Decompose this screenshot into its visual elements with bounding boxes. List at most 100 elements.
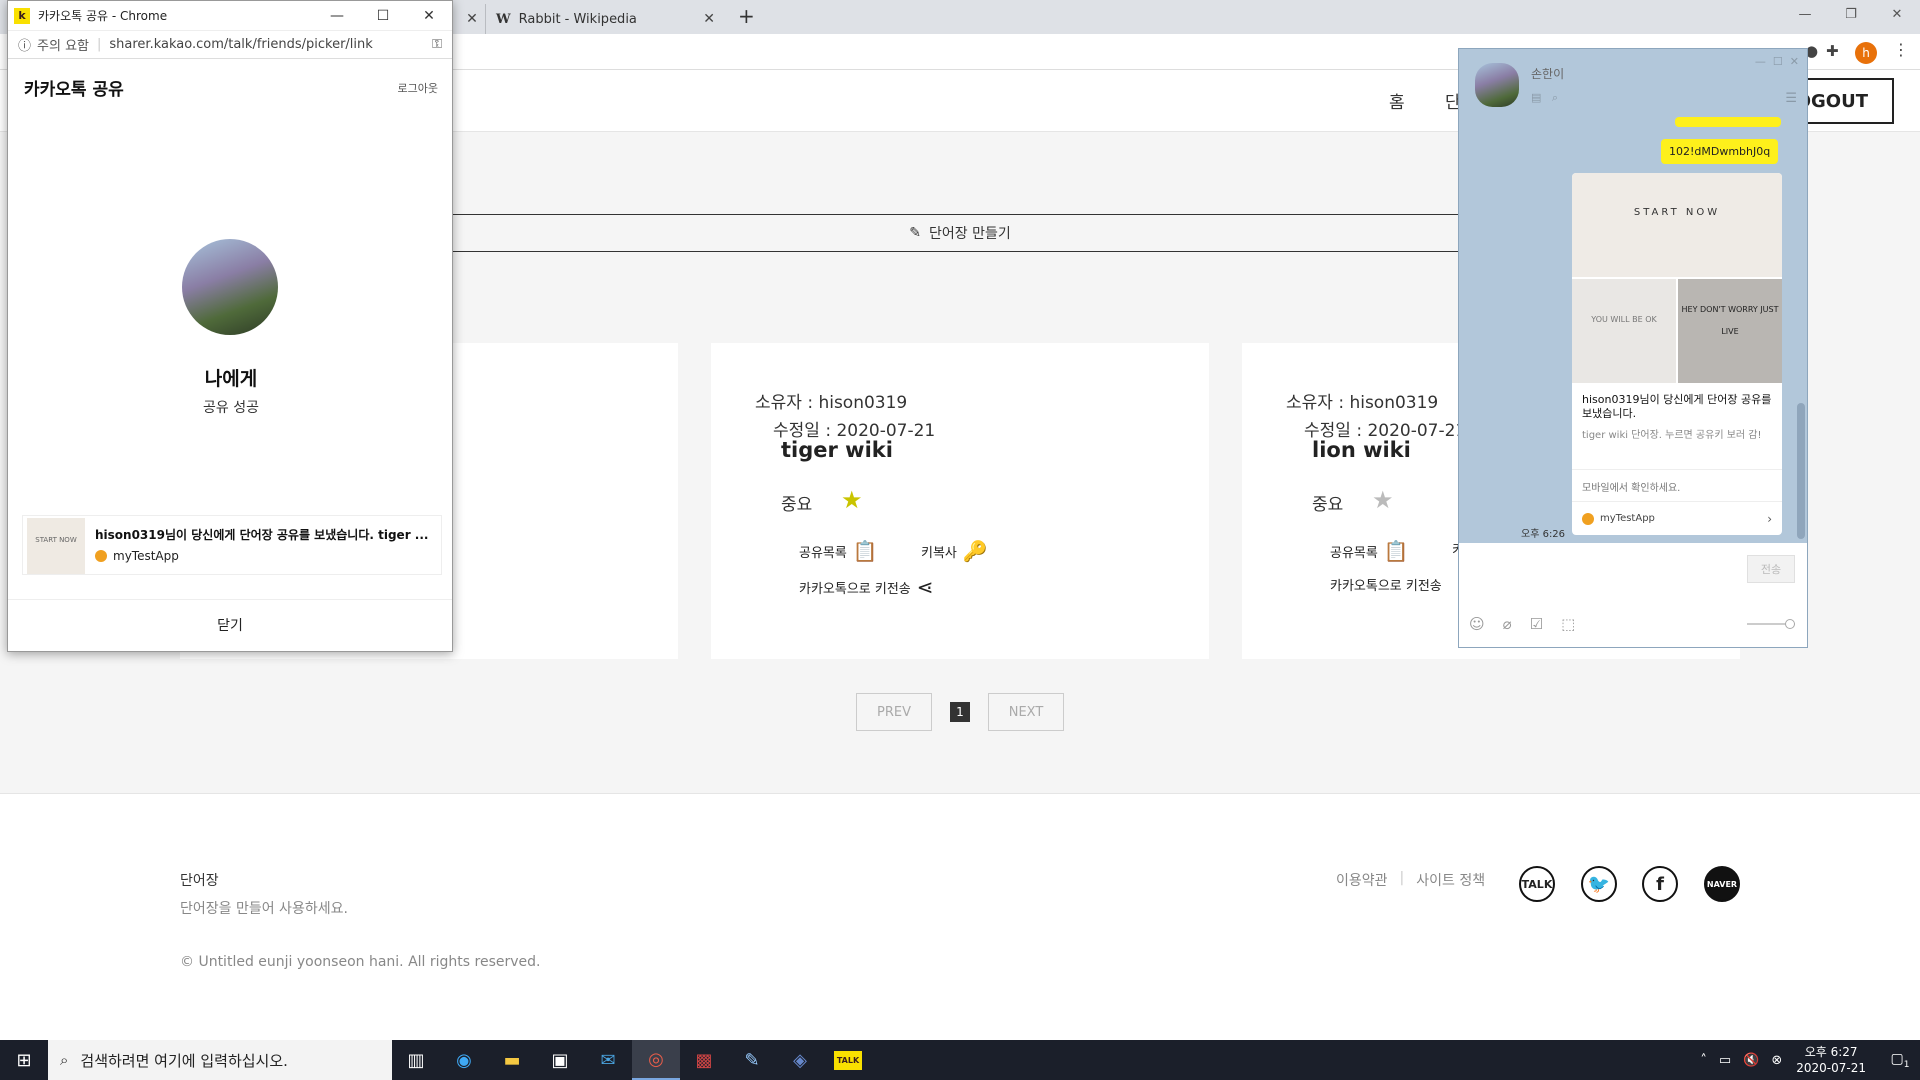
close-button[interactable]: ✕ (1790, 55, 1799, 68)
volume-muted-icon[interactable]: 🔇 (1743, 1053, 1759, 1068)
restore-button[interactable]: ❐ (1828, 0, 1874, 30)
opacity-slider[interactable] (1747, 619, 1795, 629)
send-button[interactable]: 전송 (1747, 555, 1795, 583)
card-description: tiger wiki 단어장. 누르면 공유키 보러 감! (1582, 430, 1762, 441)
share-list-button[interactable]: 공유목록 📋 (1330, 539, 1409, 563)
vs-icon[interactable]: ◈ (776, 1040, 824, 1080)
shared-message-preview: START NOW hison0319님이 당신에게 단어장 공유를 보냈습니다… (22, 515, 442, 575)
calendar-icon[interactable]: ☑ (1530, 615, 1543, 633)
card-title[interactable]: lion wiki (1312, 438, 1411, 462)
notification-icon[interactable]: ▢1 (1880, 1051, 1920, 1070)
notification-count: 1 (1903, 1059, 1910, 1070)
footer-description: 단어장을 만들어 사용하세요. (180, 901, 348, 917)
naver-icon[interactable]: NAVER (1704, 866, 1740, 902)
divider: | (1399, 870, 1405, 886)
windows-start-icon[interactable]: ⊞ (0, 1040, 48, 1080)
puzzle-icon[interactable]: ✚ (1826, 42, 1839, 60)
pencil-icon: ✎ (909, 225, 921, 241)
close-button[interactable]: ✕ (406, 8, 452, 24)
card-owner: 소유자 : hison0319 (1286, 393, 1439, 413)
minimize-button[interactable]: — (1782, 0, 1828, 30)
task-view-icon[interactable]: ▥ (392, 1040, 440, 1080)
tab-close-button[interactable]: ✕ (460, 4, 484, 34)
maximize-button[interactable]: ☐ (1773, 55, 1783, 68)
share-icon: ⋖ (916, 575, 934, 599)
new-tab-button[interactable]: + (738, 4, 755, 28)
close-button[interactable]: ✕ (1874, 0, 1920, 30)
key-icon[interactable]: ⚿ (432, 37, 442, 52)
kakao-k-icon: k (14, 7, 30, 24)
key-copy-button[interactable]: 키복사 🔑 (921, 539, 988, 563)
kakao-talk-label: TALK (833, 1050, 863, 1070)
kakaotalk-icon[interactable]: TALK (824, 1040, 872, 1080)
chrome-icon[interactable]: ◎ (632, 1040, 680, 1080)
pagination: PREV 1 NEXT (856, 693, 1064, 731)
search-icon[interactable]: ⌕ (1552, 91, 1558, 104)
minimize-button[interactable]: — (314, 8, 360, 24)
emoticon-icon[interactable]: ☺ (1469, 615, 1485, 633)
star-icon[interactable]: ★ (1372, 486, 1394, 514)
search-placeholder: 검색하려면 여기에 입력하십시오. (80, 1051, 288, 1070)
explorer-icon[interactable]: ▬ (488, 1040, 536, 1080)
next-button[interactable]: NEXT (988, 693, 1064, 731)
twitter-icon[interactable]: 🐦 (1581, 866, 1617, 902)
card-owner: 소유자 : hison0319 (755, 393, 908, 413)
prev-button[interactable]: PREV (856, 693, 932, 731)
shared-link-card[interactable]: START NOW YOU WILL BE OK HEY DON'T WORRY… (1572, 173, 1782, 535)
kakao-send-button[interactable]: 카카오톡으로 키전송 ⋖ (799, 575, 934, 599)
drawer-icon[interactable]: ▤ (1531, 91, 1541, 104)
star-icon[interactable]: ★ (841, 486, 863, 514)
close-icon[interactable]: ✕ (466, 11, 478, 27)
slider-knob[interactable] (1785, 619, 1795, 629)
kakao-send-button[interactable]: 카카오톡으로 키전송 (1330, 575, 1442, 594)
message-bubble[interactable] (1675, 117, 1781, 127)
popup-address-bar[interactable]: ⓘ 주의 요함 | sharer.kakao.com/talk/friends/… (8, 31, 452, 59)
importance-label: 중요 (1312, 495, 1344, 515)
chat-input-area[interactable]: 전송 ☺ ⌀ ☑ ⬚ (1459, 543, 1807, 647)
card-title[interactable]: tiger wiki (781, 438, 893, 462)
kakao-send-label: 카카오톡으로 키전송 (799, 581, 911, 597)
network-icon[interactable]: ▭ (1719, 1053, 1731, 1068)
maximize-button[interactable]: ☐ (360, 8, 406, 24)
nav-home[interactable]: 홈 (1389, 88, 1405, 113)
share-list-label: 공유목록 (799, 545, 847, 561)
clock[interactable]: 오후 6:27 2020-07-21 (1796, 1044, 1866, 1076)
close-icon[interactable]: ✕ (703, 11, 715, 27)
system-tray: ˄ ▭ 🔇 ⊗ 오후 6:27 2020-07-21 ▢1 (1694, 1044, 1920, 1076)
minimize-button[interactable]: — (1755, 55, 1766, 68)
security-warning: 주의 요함 (37, 39, 89, 54)
capture-icon[interactable]: ⬚ (1561, 615, 1575, 633)
chevron-up-icon[interactable]: ˄ (1700, 1053, 1707, 1068)
info-icon[interactable]: ⓘ (18, 35, 31, 54)
page-1-button[interactable]: 1 (950, 702, 970, 722)
mail-icon[interactable]: ✉ (584, 1040, 632, 1080)
close-button[interactable]: 닫기 (8, 599, 452, 651)
tab-rabbit-wikipedia[interactable]: W Rabbit - Wikipedia ✕ (485, 4, 725, 34)
app-link[interactable]: myTestApp › (1572, 501, 1782, 535)
clock-time: 오후 6:27 (1804, 1045, 1858, 1059)
game-icon[interactable]: ▩ (680, 1040, 728, 1080)
taskbar-search-box[interactable]: ⌕ 검색하려면 여기에 입력하십시오. (48, 1040, 392, 1080)
policy-link[interactable]: 사이트 정책 (1416, 870, 1485, 890)
footer-title: 단어장 (180, 873, 219, 889)
message-bubble[interactable]: 102!dMDwmbhJ0q (1661, 139, 1779, 164)
scrollbar[interactable] (1797, 403, 1805, 539)
avatar[interactable] (1475, 63, 1519, 107)
message-time: 오후 6:26 (1521, 529, 1566, 540)
store-icon[interactable]: ▣ (536, 1040, 584, 1080)
menu-kebab-icon[interactable]: ⋮ (1893, 40, 1909, 59)
terms-link[interactable]: 이용약관 (1336, 870, 1388, 890)
share-list-button[interactable]: 공유목록 📋 (799, 539, 878, 563)
edge-icon[interactable]: ◉ (440, 1040, 488, 1080)
paint-icon[interactable]: ✎ (728, 1040, 776, 1080)
popup-titlebar: k 카카오톡 공유 - Chrome — ☐ ✕ (8, 1, 452, 31)
profile-avatar[interactable]: h (1855, 42, 1877, 64)
kakaotalk-icon[interactable]: TALK (1519, 866, 1555, 902)
attach-icon[interactable]: ⌀ (1503, 615, 1512, 633)
hamburger-menu-icon[interactable]: ☰ (1785, 91, 1797, 106)
make-wordbook-label: 단어장 만들기 (929, 226, 1011, 242)
status-icon[interactable]: ⊗ (1771, 1053, 1782, 1068)
key-icon: 🔑 (962, 539, 988, 563)
logout-link[interactable]: 로그아웃 (398, 80, 438, 96)
facebook-icon[interactable]: f (1642, 866, 1678, 902)
